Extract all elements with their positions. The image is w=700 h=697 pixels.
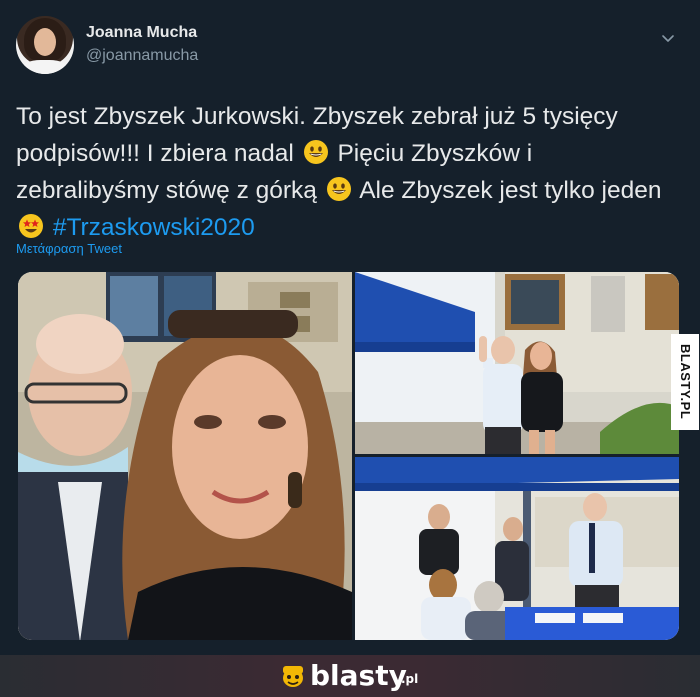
hashtag-link[interactable]: #Trzaskowski2020: [53, 214, 255, 241]
chevron-down-icon[interactable]: [660, 30, 676, 46]
avatar[interactable]: [16, 16, 74, 74]
author-name[interactable]: Joanna Mucha: [86, 24, 197, 42]
campaign-tent-photo-art: [355, 272, 679, 454]
tweet-card: Joanna Mucha @joannamucha To jest Zbysze…: [0, 0, 700, 655]
tweet-text: To jest Zbyszek Jurkowski. Zbyszek zebra…: [16, 98, 676, 246]
selfie-photo[interactable]: [18, 272, 352, 640]
footer-tld: .pl: [401, 672, 419, 686]
footer-logo: blasty .pl: [280, 660, 430, 692]
avatar-shirt: [22, 60, 68, 74]
tweet-text-part3: Ale Zbyszek jest tylko jeden: [353, 177, 662, 204]
mascot-icon: [283, 666, 303, 687]
signature-table-photo-art: [355, 457, 679, 640]
grinning-face-emoji-icon: [303, 140, 328, 164]
author-handle[interactable]: @joannamucha: [86, 47, 198, 65]
signature-table-photo[interactable]: [355, 457, 679, 640]
footer-brand: blasty: [310, 659, 407, 692]
translate-tweet-link[interactable]: Μετάφραση Tweet: [16, 241, 122, 256]
grinning-face-emoji-icon: [326, 177, 351, 201]
avatar-face: [34, 28, 56, 56]
side-watermark: BLASTY.PL: [671, 334, 699, 430]
campaign-tent-photo[interactable]: [355, 272, 679, 454]
star-struck-emoji-icon: [19, 214, 43, 238]
selfie-photo-art: [18, 272, 352, 640]
